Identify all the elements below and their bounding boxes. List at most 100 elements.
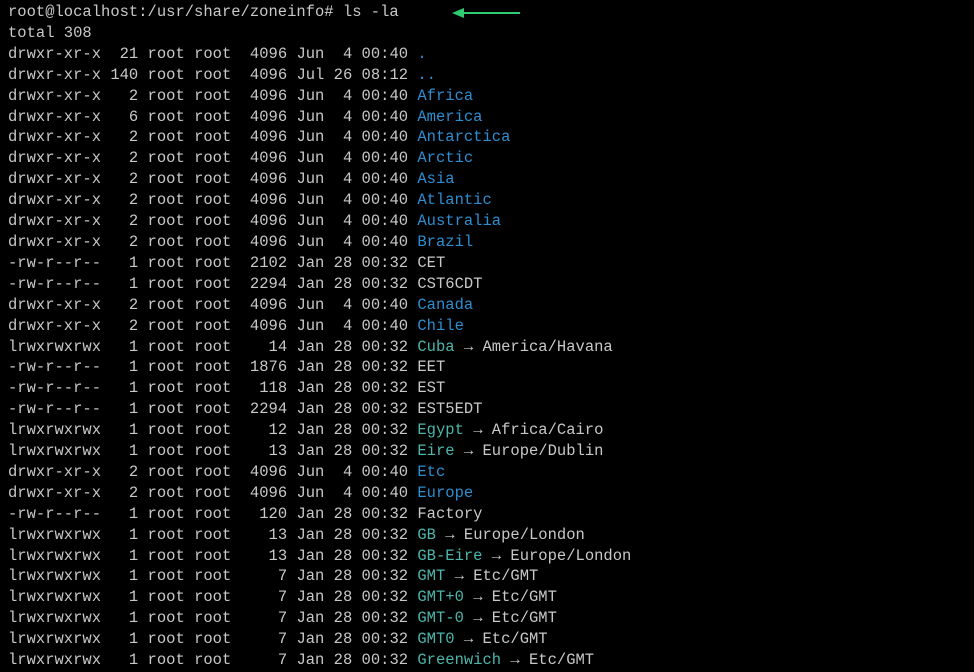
file-name: CST6CDT: [417, 275, 482, 293]
symlink-arrow-icon: →: [483, 547, 511, 565]
col-links: 2: [110, 87, 138, 105]
col-size: 13: [241, 547, 288, 565]
symlink-arrow-icon: →: [501, 651, 529, 669]
col-date: Jun 4 00:40: [296, 128, 408, 146]
symlink-target: Etc/GMT: [473, 567, 538, 585]
col-date: Jun 4 00:40: [296, 108, 408, 126]
col-perms: drwxr-xr-x: [8, 296, 101, 314]
ls-total-line: total 308: [8, 24, 92, 42]
col-owner: root: [148, 630, 185, 648]
col-owner: root: [148, 317, 185, 335]
symlink-arrow-icon: →: [445, 567, 473, 585]
col-owner: root: [148, 526, 185, 544]
ls-row: lrwxrwxrwx 1 root root 13 Jan 28 00:32 G…: [8, 526, 585, 544]
col-owner: root: [148, 87, 185, 105]
col-links: 1: [110, 609, 138, 627]
col-owner: root: [148, 45, 185, 63]
directory-name: America: [417, 108, 482, 126]
col-date: Jan 28 00:32: [296, 651, 408, 669]
symlink-arrow-icon: →: [436, 526, 464, 544]
col-size: 120: [241, 505, 288, 523]
symlink-arrow-icon: →: [455, 338, 483, 356]
col-date: Jun 4 00:40: [296, 212, 408, 230]
col-links: 1: [110, 442, 138, 460]
col-size: 1876: [241, 358, 288, 376]
symlink-target: Etc/GMT: [492, 609, 557, 627]
col-group: root: [194, 547, 231, 565]
ls-row: -rw-r--r-- 1 root root 2102 Jan 28 00:32…: [8, 254, 445, 272]
col-size: 4096: [241, 128, 288, 146]
symlink-target: Etc/GMT: [529, 651, 594, 669]
col-owner: root: [148, 547, 185, 565]
terminal-output[interactable]: root@localhost:/usr/share/zoneinfo# ls -…: [0, 0, 974, 672]
col-date: Jan 28 00:32: [296, 338, 408, 356]
directory-name: Canada: [417, 296, 473, 314]
col-size: 7: [241, 651, 288, 669]
ls-row: lrwxrwxrwx 1 root root 13 Jan 28 00:32 G…: [8, 547, 631, 565]
symlink-arrow-icon: →: [464, 609, 492, 627]
col-date: Jan 28 00:32: [296, 588, 408, 606]
prompt-separator: :: [138, 3, 147, 21]
ls-row: lrwxrwxrwx 1 root root 7 Jan 28 00:32 GM…: [8, 588, 557, 606]
col-group: root: [194, 379, 231, 397]
col-links: 1: [110, 379, 138, 397]
ls-row: drwxr-xr-x 2 root root 4096 Jun 4 00:40 …: [8, 317, 464, 335]
symlink-name: GB: [417, 526, 436, 544]
col-date: Jan 28 00:32: [296, 630, 408, 648]
col-date: Jan 28 00:32: [296, 567, 408, 585]
col-group: root: [194, 296, 231, 314]
col-owner: root: [148, 233, 185, 251]
col-links: 1: [110, 254, 138, 272]
col-size: 2294: [241, 400, 288, 418]
file-name: Factory: [417, 505, 482, 523]
col-date: Jan 28 00:32: [296, 526, 408, 544]
col-date: Jun 4 00:40: [296, 191, 408, 209]
col-group: root: [194, 108, 231, 126]
col-date: Jun 4 00:40: [296, 233, 408, 251]
col-owner: root: [148, 66, 185, 84]
col-links: 140: [110, 66, 138, 84]
col-owner: root: [148, 254, 185, 272]
col-perms: drwxr-xr-x: [8, 108, 101, 126]
col-group: root: [194, 358, 231, 376]
col-links: 1: [110, 630, 138, 648]
col-perms: lrwxrwxrwx: [8, 338, 101, 356]
ls-row: lrwxrwxrwx 1 root root 14 Jan 28 00:32 C…: [8, 338, 613, 356]
col-owner: root: [148, 212, 185, 230]
col-owner: root: [148, 358, 185, 376]
col-perms: drwxr-xr-x: [8, 66, 101, 84]
col-owner: root: [148, 588, 185, 606]
symlink-name: GMT+0: [417, 588, 464, 606]
col-links: 2: [110, 212, 138, 230]
col-size: 4096: [241, 45, 288, 63]
col-perms: lrwxrwxrwx: [8, 651, 101, 669]
col-date: Jun 4 00:40: [296, 87, 408, 105]
directory-name: Europe: [417, 484, 473, 502]
col-links: 1: [110, 338, 138, 356]
col-size: 14: [241, 338, 288, 356]
col-group: root: [194, 275, 231, 293]
col-date: Jun 4 00:40: [296, 170, 408, 188]
col-size: 13: [241, 442, 288, 460]
col-perms: -rw-r--r--: [8, 254, 101, 272]
ls-row: drwxr-xr-x 2 root root 4096 Jun 4 00:40 …: [8, 296, 473, 314]
col-perms: drwxr-xr-x: [8, 87, 101, 105]
col-group: root: [194, 442, 231, 460]
symlink-name: Cuba: [417, 338, 454, 356]
file-name: EET: [417, 358, 445, 376]
col-links: 1: [110, 588, 138, 606]
col-date: Jan 28 00:32: [296, 442, 408, 460]
ls-row: drwxr-xr-x 2 root root 4096 Jun 4 00:40 …: [8, 87, 473, 105]
col-group: root: [194, 463, 231, 481]
col-group: root: [194, 87, 231, 105]
col-owner: root: [148, 484, 185, 502]
ls-row: drwxr-xr-x 2 root root 4096 Jun 4 00:40 …: [8, 191, 492, 209]
col-group: root: [194, 588, 231, 606]
col-owner: root: [148, 149, 185, 167]
prompt-cwd: /usr/share/zoneinfo: [148, 3, 325, 21]
col-size: 4096: [241, 463, 288, 481]
col-owner: root: [148, 442, 185, 460]
col-date: Jan 28 00:32: [296, 358, 408, 376]
col-group: root: [194, 254, 231, 272]
ls-listing: drwxr-xr-x 2 1 root root 4096 Jun 4 00:40…: [8, 45, 631, 669]
